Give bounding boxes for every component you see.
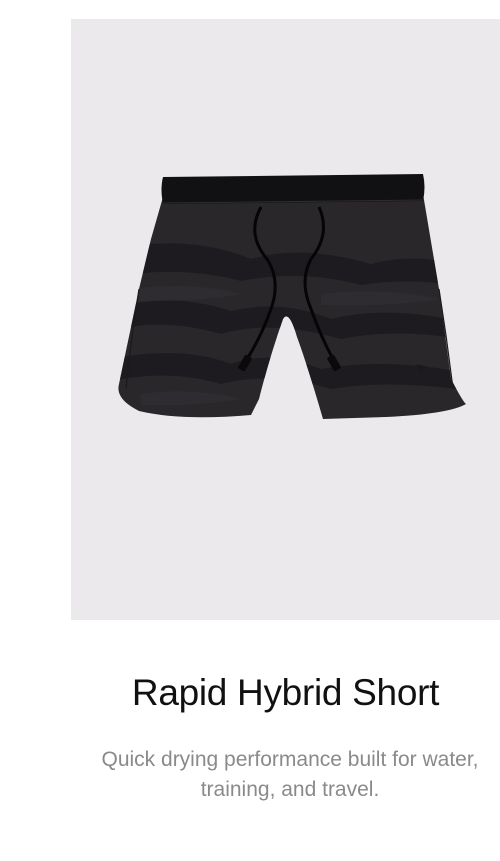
- product-description: Quick drying performance built for water…: [101, 748, 479, 801]
- product-title[interactable]: Rapid Hybrid Short: [71, 668, 500, 718]
- product-card[interactable]: Rapid Hybrid Short Quick drying performa…: [0, 0, 500, 861]
- product-image[interactable]: [71, 19, 500, 620]
- shorts-icon: [118, 174, 466, 419]
